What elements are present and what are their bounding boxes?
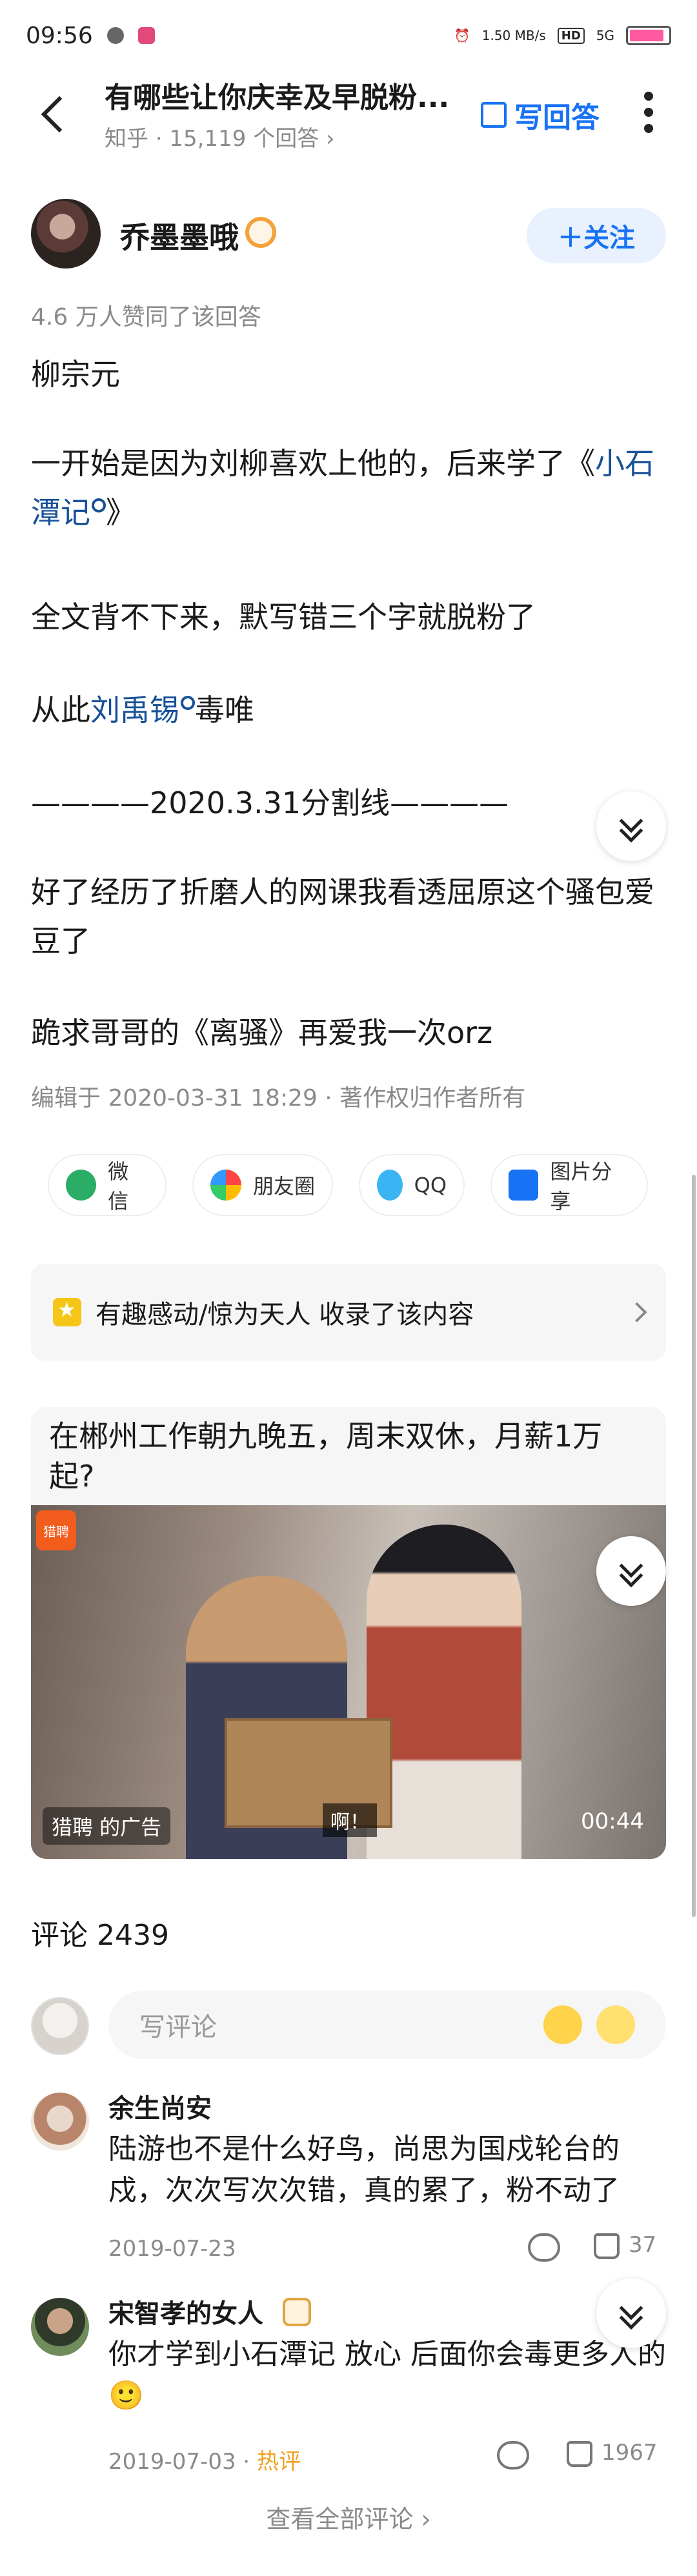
ad-card[interactable]: 在郴州工作朝九晚五，周末双休，月薪1万起? 猎聘 猎聘 的广告 啊！ 00:44 — [31, 1407, 666, 1859]
wechat-icon — [66, 1170, 97, 1201]
signal-icon: 5G — [596, 28, 614, 43]
answer-paragraph: 从此刘禹锡 毒唯 — [31, 693, 254, 727]
search-icon — [92, 498, 106, 512]
back-arrow-icon[interactable] — [32, 94, 71, 132]
commenter-name[interactable]: 余生尚安 — [108, 2087, 212, 2125]
hd-icon: HD — [557, 27, 585, 44]
see-all-comments-link[interactable]: 查看全部评论 › — [0, 2499, 697, 2535]
my-avatar — [31, 1997, 89, 2055]
answer-paragraph: 全文背不下来，默写错三个字就脱粉了 — [31, 600, 536, 634]
comment-item: 宋智孝的女人 你才学到小石潭记 放心 后面你会毒更多人的🙂 2019-07-03… — [31, 2293, 666, 2475]
status-time: 09:56 — [26, 22, 93, 49]
ad-video[interactable]: 猎聘 猎聘 的广告 啊！ 00:44 — [31, 1505, 666, 1859]
answer-paragraph: 好了经历了折磨人的网课我看透屈原这个骚包爱豆了 — [31, 875, 654, 958]
video-subtitle: 啊！ — [323, 1803, 377, 1837]
answer-paragraph: 一开始是因为刘柳喜欢上他的，后来学了《小石潭记》 — [31, 446, 654, 530]
question-title-block[interactable]: 有哪些让你庆幸及早脱粉... 知乎 · 15,119 个回答 › — [105, 74, 466, 152]
net-speed: 1.50 MB/s — [481, 28, 546, 43]
follow-button[interactable]: ＋关注 — [527, 208, 666, 263]
video-duration: 00:44 — [581, 1809, 644, 1834]
author-name[interactable]: 乔墨墨哦 — [120, 214, 239, 257]
share-qq-button[interactable]: QQ — [360, 1155, 463, 1215]
app-notification-icon — [137, 27, 155, 44]
moments-icon — [210, 1170, 241, 1201]
answer-paragraph: 跪求哥哥的《离骚》再爱我一次orz — [31, 1015, 493, 1050]
share-moments-button[interactable]: 朋友圈 — [194, 1155, 332, 1215]
thumbs-up-icon — [594, 2233, 620, 2259]
write-answer-button[interactable]: 写回答 — [481, 94, 600, 136]
comment-text: 陆游也不是什么好鸟，尚思为国戍轮台的戍，次次写次次错，真的累了，粉不动了 — [108, 2133, 620, 2207]
edit-info: 编辑于 2020-03-31 18:29 · 著作权归作者所有 — [31, 1085, 526, 1111]
qq-icon — [377, 1170, 403, 1201]
question-header: 有哪些让你庆幸及早脱粉... 知乎 · 15,119 个回答 › 写回答 — [0, 71, 697, 155]
thumbs-up-icon — [567, 2440, 592, 2467]
collection-banner[interactable]: 有趣感动/惊为天人 收录了该内容 — [31, 1264, 666, 1361]
author-badge-icon — [245, 217, 276, 248]
emoji-icon[interactable] — [596, 2005, 635, 2044]
comment-placeholder: 写评论 — [139, 2013, 217, 2042]
commenter-avatar[interactable] — [31, 2093, 89, 2151]
alarm-icon: ⏰ — [454, 28, 470, 43]
battery-icon — [626, 26, 671, 45]
image-icon — [509, 1170, 539, 1201]
expand-down-icon[interactable] — [596, 791, 666, 861]
comment-text: 你才学到小石潭记 放心 后面你会毒更多人的🙂 — [108, 2338, 666, 2412]
comment-item: 余生尚安 陆游也不是什么好鸟，尚思为国戍轮台的戍，次次写次次错，真的累了，粉不动… — [31, 2087, 666, 2262]
status-bar: 09:56 ⏰ 1.50 MB/s HD 5G — [0, 0, 697, 71]
answer-paragraph: 柳宗元 — [31, 357, 120, 392]
answer-paragraph: ————2020.3.31分割线———— — [31, 786, 509, 820]
liepin-logo: 猎聘 — [36, 1510, 76, 1550]
reply-icon[interactable] — [528, 2233, 560, 2262]
ad-title[interactable]: 在郴州工作朝九晚五，周末双休，月薪1万起? — [49, 1416, 630, 1496]
edit-icon — [481, 102, 507, 128]
comment-input[interactable]: 写评论 — [108, 1991, 666, 2059]
like-button[interactable]: 37 — [594, 2232, 656, 2259]
more-options-icon[interactable] — [644, 92, 653, 133]
expand-down-icon[interactable] — [596, 1536, 666, 1606]
reply-icon[interactable] — [497, 2441, 529, 2470]
comments-title: 评论 2439 — [31, 1919, 169, 1952]
question-subtitle[interactable]: 知乎 · 15,119 个回答 › — [105, 121, 466, 152]
scrollbar[interactable] — [692, 1175, 696, 1917]
comment-meta: 2019-07-03 · 热评 — [108, 2449, 301, 2475]
vote-count: 4.6 万人赞同了该回答 — [31, 304, 261, 330]
share-wechat-button[interactable]: 微信 — [49, 1155, 165, 1215]
notification-icon — [106, 27, 124, 44]
author-row: 乔墨墨哦 ＋关注 — [31, 199, 666, 270]
commenter-avatar[interactable] — [31, 2298, 89, 2356]
share-image-button[interactable]: 图片分享 — [492, 1155, 647, 1215]
star-icon — [53, 1297, 81, 1326]
write-answer-label: 写回答 — [514, 101, 600, 134]
chevron-right-icon — [627, 1302, 647, 1323]
hot-comment-badge: 热评 — [257, 2449, 301, 2475]
user-badge-icon — [283, 2298, 311, 2326]
commenter-name[interactable]: 宋智孝的女人 — [108, 2293, 263, 2330]
question-title[interactable]: 有哪些让你庆幸及早脱粉... — [105, 74, 466, 116]
search-link-liuyuxi[interactable]: 刘禹锡 — [90, 693, 179, 727]
collection-text: 有趣感动/惊为天人 收录了该内容 — [96, 1300, 474, 1330]
author-avatar[interactable] — [31, 199, 101, 269]
comment-date: 2019-07-23 — [108, 2236, 236, 2262]
search-icon — [181, 695, 195, 710]
emoji-icon[interactable] — [543, 2005, 582, 2044]
expand-down-icon[interactable] — [596, 2278, 666, 2348]
ad-label: 猎聘 的广告 — [43, 1807, 171, 1845]
like-button[interactable]: 1967 — [567, 2440, 658, 2467]
